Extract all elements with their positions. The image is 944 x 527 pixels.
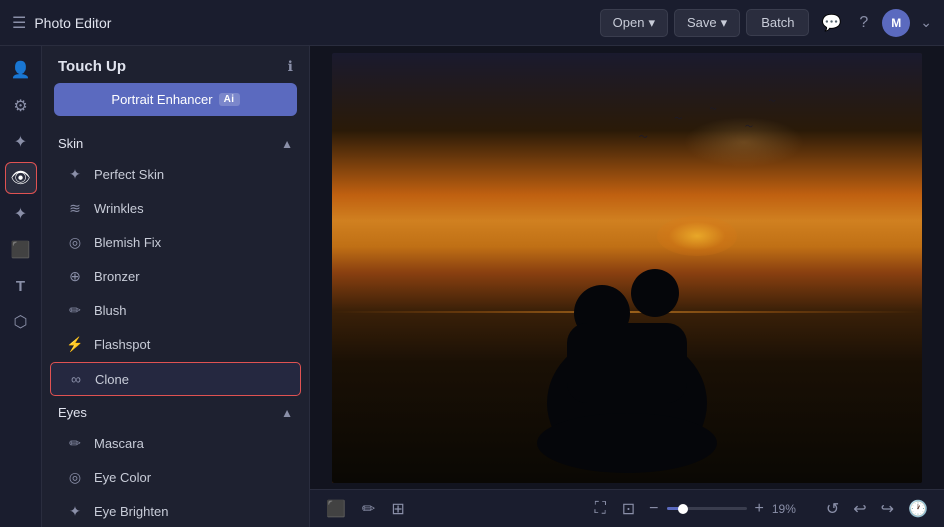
eyes-section-title: Eyes — [58, 405, 87, 420]
header-center: Open ▾ Save ▾ Batch — [600, 9, 810, 37]
bronzer-label: Bronzer — [94, 269, 140, 284]
menu-item-flashspot[interactable]: ⚡ Flashspot — [50, 328, 301, 361]
mascara-label: Mascara — [94, 436, 144, 451]
menu-item-eye-brighten[interactable]: ✦ Eye Brighten — [50, 495, 301, 527]
menu-item-wrinkles[interactable]: ≋ Wrinkles — [50, 192, 301, 225]
bottom-bar: ⬛ ✏ ⊞ ⛶ ⊡ − + 19% ↺ ↩ ↪ 🕐 — [310, 489, 944, 527]
sidebar: Touch Up ℹ Portrait Enhancer Ai Skin ▲ ✦… — [42, 46, 310, 527]
zoom-slider-thumb — [678, 504, 688, 514]
eye-color-label: Eye Color — [94, 470, 151, 485]
menu-item-blemish-fix[interactable]: ◎ Blemish Fix — [50, 226, 301, 259]
eye-brighten-label: Eye Brighten — [94, 504, 168, 519]
bird-1: 〜 — [639, 130, 648, 143]
crop-canvas-icon[interactable]: ⊡ — [618, 495, 639, 523]
expand-icon[interactable]: ⌄ — [920, 14, 932, 31]
icon-bar-magic[interactable]: ✦ — [5, 198, 37, 230]
zoom-out-button[interactable]: − — [647, 498, 660, 520]
icon-bar-sliders[interactable]: ⚙ — [5, 90, 37, 122]
zoom-slider[interactable] — [667, 507, 747, 510]
canvas-area: 〜 〜 〜 〜 〜 — [310, 46, 944, 527]
blemish-fix-icon: ◎ — [66, 234, 84, 251]
mascara-icon: ✏ — [66, 435, 84, 452]
zoom-controls: − + 19% — [647, 498, 802, 520]
brush-tool-icon[interactable]: ✏ — [358, 495, 379, 523]
chat-button[interactable]: 💬 — [817, 9, 845, 37]
blush-icon: ✏ — [66, 302, 84, 319]
eye-brighten-icon: ✦ — [66, 503, 84, 520]
main: 👤 ⚙ ✦ 👁 ✦ ⬛ T ⬡ Touch Up ℹ Portrait Enha… — [0, 46, 944, 527]
menu-item-bronzer[interactable]: ⊕ Bronzer — [50, 260, 301, 293]
ai-badge: Ai — [219, 93, 240, 106]
clone-icon: ∞ — [67, 371, 85, 387]
header-right: 💬 ? M ⌄ — [817, 9, 932, 37]
eyes-chevron-icon: ▲ — [281, 406, 293, 420]
wrinkles-label: Wrinkles — [94, 201, 144, 216]
perfect-skin-label: Perfect Skin — [94, 167, 164, 182]
couple-silhouette — [507, 203, 747, 483]
info-icon[interactable]: ℹ — [288, 58, 293, 75]
canvas-view[interactable]: 〜 〜 〜 〜 〜 — [310, 46, 944, 489]
undo2-icon[interactable]: ↩ — [849, 495, 870, 523]
bird-3: 〜 — [710, 104, 717, 114]
zoom-in-button[interactable]: + — [753, 498, 766, 520]
sidebar-content: Skin ▲ ✦ Perfect Skin ≋ Wrinkles ◎ Blemi… — [42, 128, 309, 527]
menu-item-eye-color[interactable]: ◎ Eye Color — [50, 461, 301, 494]
save-button[interactable]: Save ▾ — [674, 9, 740, 37]
bird-2: 〜 — [674, 113, 682, 124]
layers-tool-icon[interactable]: ⬛ — [322, 495, 350, 523]
open-button[interactable]: Open ▾ — [600, 9, 668, 37]
expand-canvas-icon[interactable]: ⛶ — [591, 496, 610, 522]
eye-color-icon: ◎ — [66, 469, 84, 486]
portrait-enhancer-button[interactable]: Portrait Enhancer Ai — [54, 83, 297, 116]
icon-bar-person[interactable]: 👤 — [5, 54, 37, 86]
bronzer-icon: ⊕ — [66, 268, 84, 285]
menu-item-perfect-skin[interactable]: ✦ Perfect Skin — [50, 158, 301, 191]
bird-4: 〜 — [745, 121, 753, 132]
icon-bar-adjust[interactable]: ⬡ — [5, 306, 37, 338]
menu-item-mascara[interactable]: ✏ Mascara — [50, 427, 301, 460]
undo-icon[interactable]: ↺ — [822, 495, 843, 523]
perfect-skin-icon: ✦ — [66, 166, 84, 183]
menu-icon[interactable]: ☰ — [12, 13, 26, 33]
flashspot-label: Flashspot — [94, 337, 150, 352]
flashspot-icon: ⚡ — [66, 336, 84, 353]
header: ☰ Photo Editor Open ▾ Save ▾ Batch 💬 ? M… — [0, 0, 944, 46]
redo-icon[interactable]: ↪ — [877, 495, 898, 523]
wrinkles-icon: ≋ — [66, 200, 84, 217]
history-icon[interactable]: 🕐 — [904, 495, 932, 523]
avatar[interactable]: M — [882, 9, 910, 37]
zoom-level: 19% — [772, 502, 802, 516]
grid-tool-icon[interactable]: ⊞ — [387, 495, 408, 523]
menu-item-blush[interactable]: ✏ Blush — [50, 294, 301, 327]
icon-bar-layers[interactable]: ⬛ — [5, 234, 37, 266]
help-button[interactable]: ? — [855, 10, 872, 36]
canvas-image: 〜 〜 〜 〜 〜 — [332, 53, 922, 483]
icon-bar-text[interactable]: T — [5, 270, 37, 302]
sidebar-title: Touch Up — [58, 58, 126, 75]
clone-label: Clone — [95, 372, 129, 387]
bird-5: 〜 — [769, 96, 776, 106]
icon-bar-sparkle[interactable]: ✦ — [5, 126, 37, 158]
header-left: ☰ Photo Editor — [12, 13, 592, 33]
icon-bar: 👤 ⚙ ✦ 👁 ✦ ⬛ T ⬡ — [0, 46, 42, 527]
skin-section-header[interactable]: Skin ▲ — [42, 128, 309, 157]
bottom-right-icons: ↺ ↩ ↪ 🕐 — [822, 495, 932, 523]
sidebar-header: Touch Up ℹ — [42, 46, 309, 83]
app-title: Photo Editor — [34, 15, 111, 31]
cloud-light — [684, 117, 804, 167]
icon-bar-eye[interactable]: 👁 — [5, 162, 37, 194]
skin-chevron-icon: ▲ — [281, 137, 293, 151]
blemish-fix-label: Blemish Fix — [94, 235, 161, 250]
blush-label: Blush — [94, 303, 127, 318]
batch-button[interactable]: Batch — [746, 9, 809, 36]
eyes-section-header[interactable]: Eyes ▲ — [42, 397, 309, 426]
menu-item-clone[interactable]: ∞ Clone — [50, 362, 301, 396]
skin-section-title: Skin — [58, 136, 83, 151]
